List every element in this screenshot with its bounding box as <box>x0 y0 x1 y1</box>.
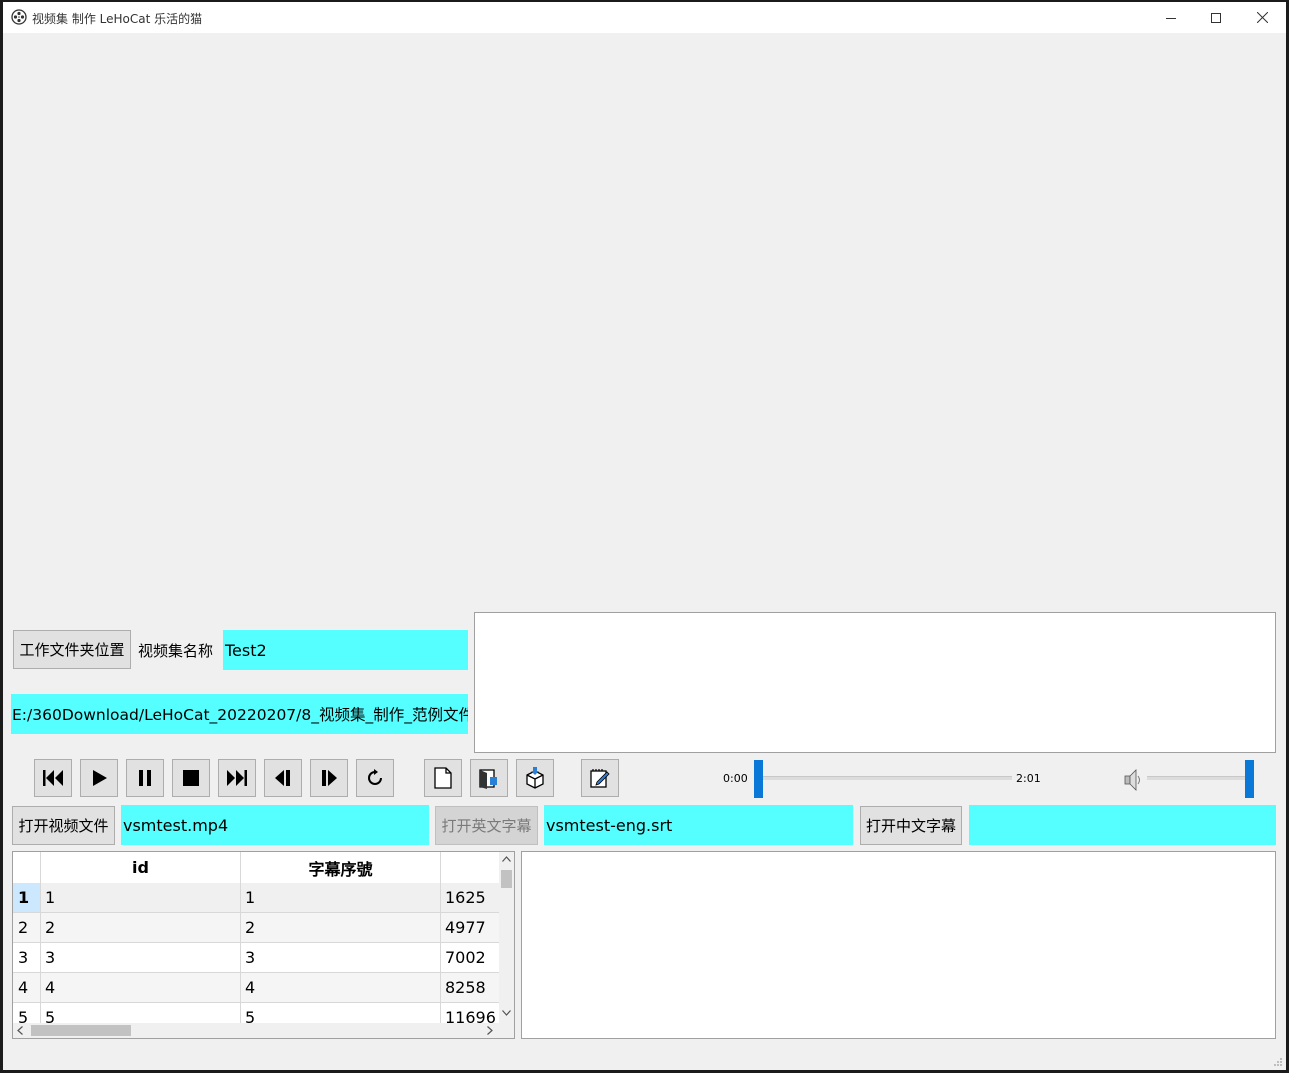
video-display-area[interactable] <box>3 33 1286 608</box>
work-folder-path-field[interactable]: E:/360Download/LeHoCat_20220207/8_视频集_制作… <box>11 694 468 734</box>
app-window: 视频集 制作 LeHoCat 乐活的猫 工作文件夹位置 视频集名称 Test2 … <box>3 2 1286 1070</box>
open-file-icon <box>479 769 497 789</box>
edit-icon <box>590 769 610 788</box>
edit-button[interactable] <box>581 759 619 797</box>
pause-icon <box>139 770 151 786</box>
play-button[interactable] <box>80 759 118 797</box>
stop-button[interactable] <box>172 759 210 797</box>
cell-id[interactable]: 3 <box>41 943 241 972</box>
work-folder-button[interactable]: 工作文件夹位置 <box>13 630 131 669</box>
column-header-start[interactable] <box>441 852 499 883</box>
step-forward-icon <box>322 770 337 786</box>
total-time-label: 2:01 <box>1016 772 1041 785</box>
cell-start[interactable]: 4977 <box>441 913 499 942</box>
table-row[interactable]: 4 4 4 8258 <box>13 973 499 1003</box>
resize-grip-icon[interactable] <box>1273 1057 1283 1067</box>
fast-forward-icon <box>227 770 247 786</box>
cell-id[interactable]: 4 <box>41 973 241 1002</box>
collection-name-label: 视频集名称 <box>138 642 214 660</box>
cell-subtitle-index[interactable]: 2 <box>241 913 441 942</box>
chinese-subtitle-file-field[interactable] <box>969 805 1276 845</box>
reload-icon <box>368 769 382 785</box>
video-file-field[interactable]: vsmtest.mp4 <box>121 805 429 845</box>
minimize-button[interactable] <box>1148 2 1194 33</box>
row-header[interactable]: 1 <box>13 883 41 912</box>
progress-slider-track[interactable] <box>759 776 1012 780</box>
vertical-scroll-thumb[interactable] <box>501 870 512 888</box>
table-horizontal-scrollbar[interactable] <box>13 1023 499 1038</box>
scrollbar-corner <box>499 1023 514 1038</box>
cell-start[interactable]: 7002 <box>441 943 499 972</box>
maximize-button[interactable] <box>1193 2 1239 33</box>
film-reel-icon <box>11 9 27 25</box>
open-english-subtitle-button[interactable]: 打开英文字幕 <box>435 806 538 845</box>
progress-slider-handle[interactable] <box>754 760 763 798</box>
open-video-button[interactable]: 打开视频文件 <box>12 806 115 845</box>
column-header-subtitle-index[interactable]: 字幕序號 <box>241 852 441 883</box>
cell-subtitle-index[interactable]: 1 <box>241 883 441 912</box>
english-subtitle-file-field[interactable]: vsmtest-eng.srt <box>544 805 853 845</box>
table-row[interactable]: 1 1 1 1625 <box>13 883 499 913</box>
table-row[interactable]: 3 3 3 7002 <box>13 943 499 973</box>
title-bar[interactable]: 视频集 制作 LeHoCat 乐活的猫 <box>3 2 1286 33</box>
cell-start[interactable]: 1625 <box>441 883 499 912</box>
cell-subtitle-index[interactable]: 4 <box>241 973 441 1002</box>
play-icon <box>93 770 107 786</box>
chevron-up-icon[interactable] <box>502 856 511 862</box>
table-row[interactable]: 2 2 2 4977 <box>13 913 499 943</box>
horizontal-scroll-thumb[interactable] <box>31 1025 131 1036</box>
rewind-icon <box>43 770 63 786</box>
current-time-label: 0:00 <box>723 772 748 785</box>
pause-button[interactable] <box>126 759 164 797</box>
stop-icon <box>183 770 199 786</box>
rewind-button[interactable] <box>34 759 72 797</box>
new-file-icon <box>434 767 452 789</box>
close-button[interactable] <box>1239 2 1285 33</box>
table-vertical-scrollbar[interactable] <box>499 852 514 1023</box>
close-icon <box>1256 12 1268 23</box>
corner-header-cell <box>13 852 41 883</box>
package-icon <box>526 767 544 789</box>
cell-id[interactable]: 1 <box>41 883 241 912</box>
speaker-icon[interactable] <box>1123 767 1143 793</box>
column-header-id[interactable]: id <box>41 852 241 883</box>
package-button[interactable] <box>516 759 554 797</box>
open-chinese-subtitle-button[interactable]: 打开中文字幕 <box>860 806 962 845</box>
table-header: id 字幕序號 <box>13 852 499 884</box>
row-header[interactable]: 4 <box>13 973 41 1002</box>
subtitle-text-panel[interactable] <box>521 851 1276 1039</box>
volume-slider-handle[interactable] <box>1245 760 1254 798</box>
volume-slider-track[interactable] <box>1147 776 1247 780</box>
cell-subtitle-index[interactable]: 3 <box>241 943 441 972</box>
row-header[interactable]: 2 <box>13 913 41 942</box>
cell-id[interactable]: 2 <box>41 913 241 942</box>
cell-start[interactable]: 8258 <box>441 973 499 1002</box>
new-file-button[interactable] <box>424 759 462 797</box>
subtitle-table[interactable]: id 字幕序號 1 1 1 1625 2 2 2 4977 3 3 3 7002… <box>12 851 515 1039</box>
maximize-icon <box>1211 12 1221 23</box>
info-text-panel[interactable] <box>474 612 1276 753</box>
open-file-button[interactable] <box>470 759 508 797</box>
chevron-right-icon[interactable] <box>487 1026 493 1035</box>
reload-button[interactable] <box>356 759 394 797</box>
chevron-left-icon[interactable] <box>17 1026 23 1035</box>
previous-frame-button[interactable] <box>264 759 302 797</box>
window-title: 视频集 制作 LeHoCat 乐活的猫 <box>32 12 203 26</box>
step-back-icon <box>275 770 290 786</box>
row-header[interactable]: 3 <box>13 943 41 972</box>
chevron-down-icon[interactable] <box>502 1010 511 1016</box>
minimize-icon <box>1166 17 1176 19</box>
next-frame-button[interactable] <box>310 759 348 797</box>
collection-name-input[interactable]: Test2 <box>223 630 468 670</box>
fast-forward-button[interactable] <box>218 759 256 797</box>
